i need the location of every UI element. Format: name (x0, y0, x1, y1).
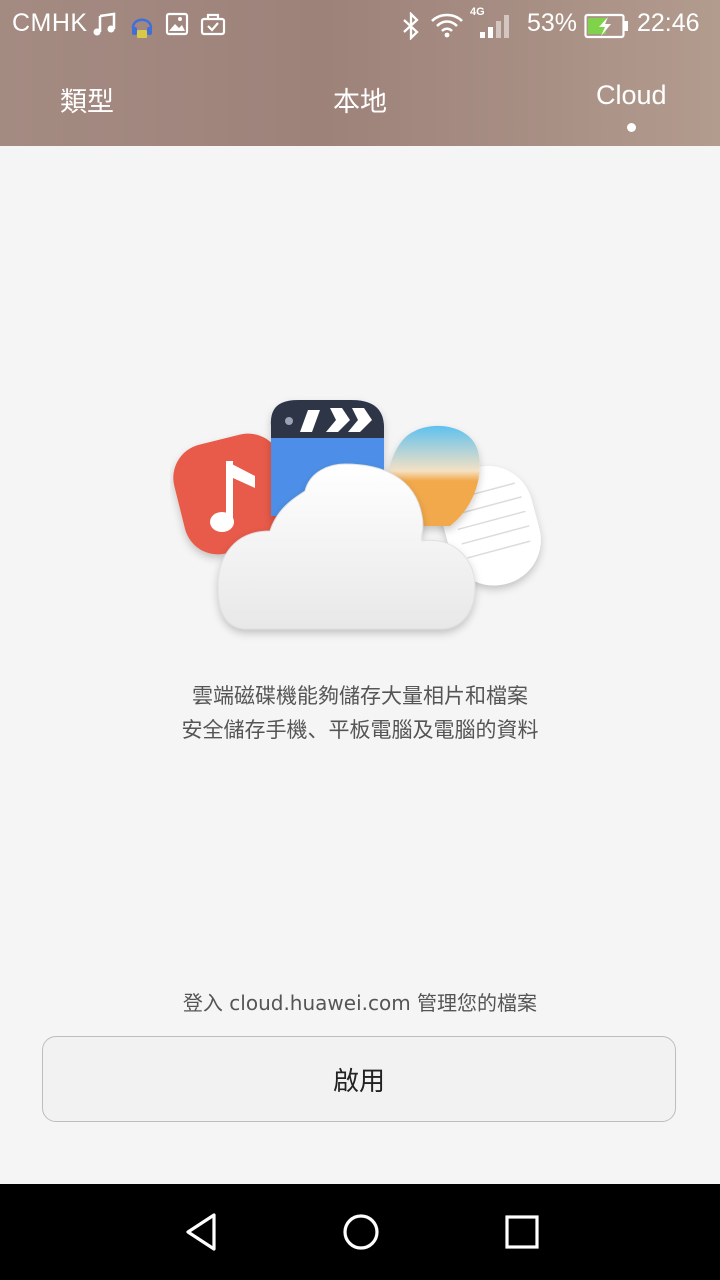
back-icon[interactable] (180, 1210, 224, 1254)
music-note-icon (93, 12, 116, 36)
enable-button[interactable]: 啟用 (42, 1036, 676, 1122)
home-icon[interactable] (339, 1210, 383, 1254)
carrier-name: CMHK (12, 9, 88, 37)
wifi-icon (431, 13, 463, 38)
tab-cloud[interactable]: Cloud (596, 80, 667, 111)
briefcase-icon (200, 13, 226, 36)
cloud-content: 雲端磁碟機能夠儲存大量相片和檔案 安全儲存手機、平板電腦及電腦的資料 登入 cl… (0, 146, 720, 1184)
battery-percent: 53% (527, 9, 578, 37)
navigation-bar (0, 1184, 720, 1280)
cloud-illustration (173, 400, 541, 630)
battery-charging-icon (584, 13, 628, 39)
image-icon (165, 12, 189, 36)
bluetooth-icon (403, 12, 419, 40)
tab-bar: 類型 本地 Cloud (0, 50, 720, 146)
description-line-2: 安全儲存手機、平板電腦及電腦的資料 (181, 718, 539, 742)
status-bar: CMHK 4G 53% 22:46 (0, 0, 720, 50)
signal-icon (480, 15, 509, 38)
clock: 22:46 (637, 9, 700, 37)
login-hint: 登入 cloud.huawei.com 管理您的檔案 (182, 991, 538, 1015)
headset-icon (131, 18, 153, 38)
tab-selected-indicator (627, 123, 636, 132)
recents-icon[interactable] (500, 1210, 544, 1254)
description-line-1: 雲端磁碟機能夠儲存大量相片和檔案 (192, 684, 528, 708)
top-bar: CMHK 4G 53% 22:46 類型 本地 Cloud (0, 0, 720, 146)
enable-button-label: 啟用 (332, 1066, 385, 1097)
tab-category[interactable]: 類型 (60, 80, 114, 119)
tab-local[interactable]: 本地 (333, 80, 387, 119)
